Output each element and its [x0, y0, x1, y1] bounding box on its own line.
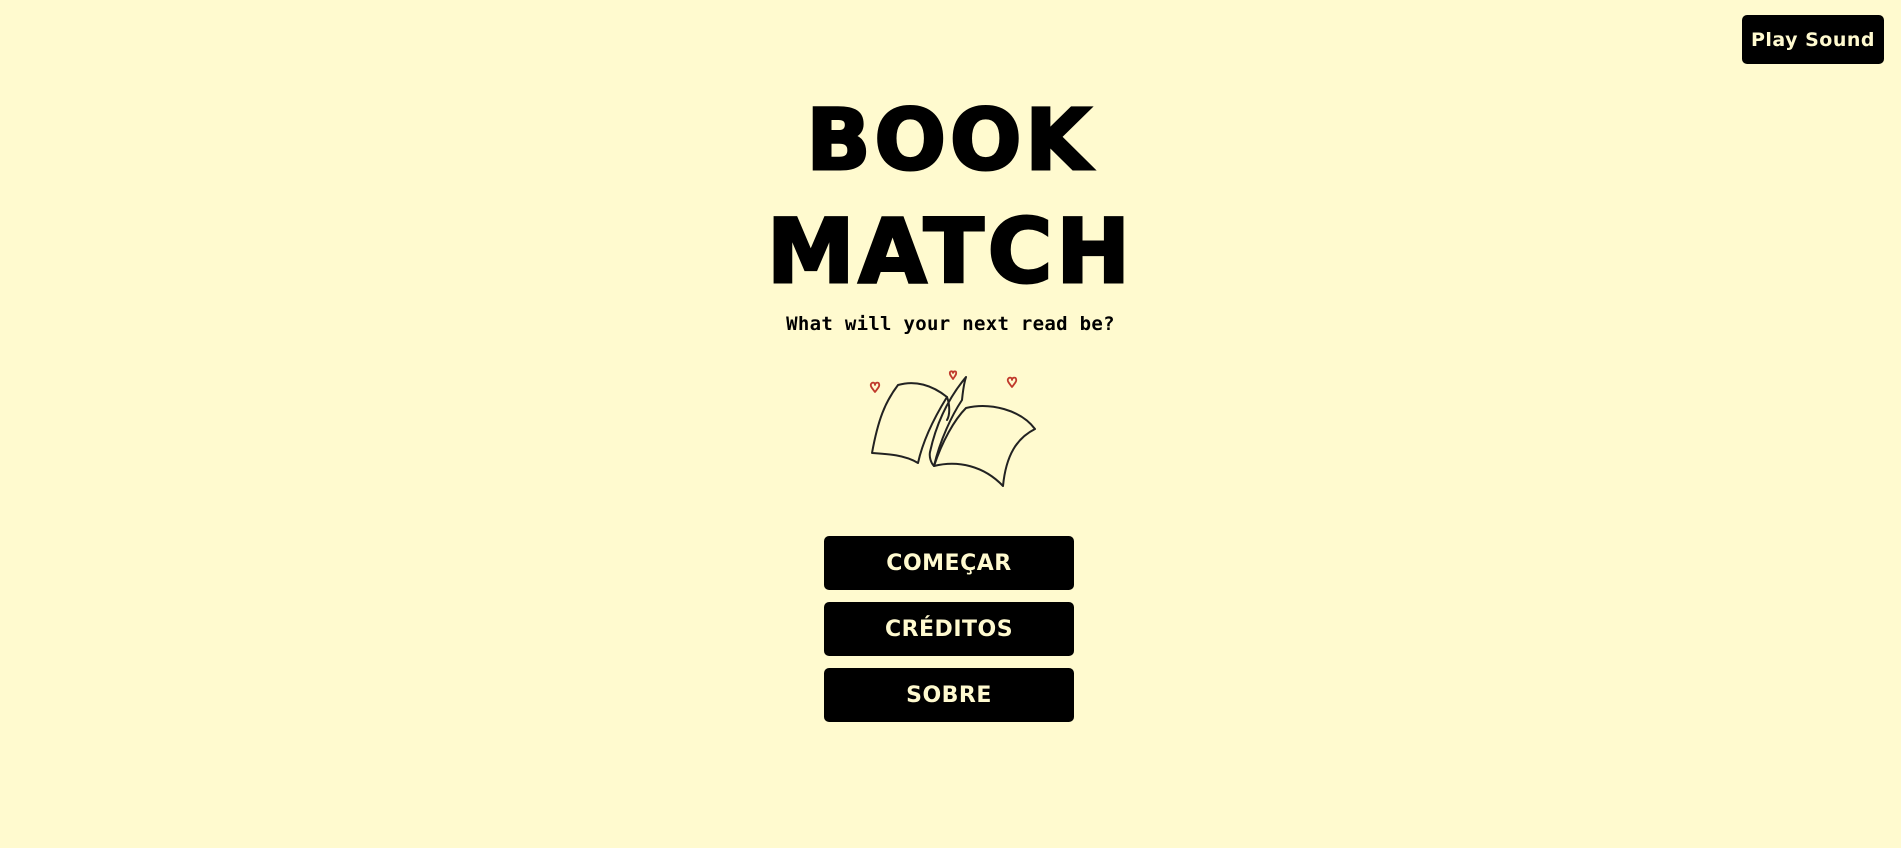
title-line-match: MATCH — [765, 200, 1135, 303]
title-line-book: BOOK — [805, 91, 1095, 190]
home-screen: BOOK MATCH What will your next read be? … — [0, 0, 1901, 848]
start-button[interactable]: COMEÇAR — [824, 536, 1074, 590]
open-book-with-hearts-icon — [869, 370, 1036, 487]
main-menu: COMEÇAR CRÉDITOS SOBRE — [824, 536, 1074, 722]
about-button[interactable]: SOBRE — [824, 668, 1074, 722]
credits-button[interactable]: CRÉDITOS — [824, 602, 1074, 656]
tagline: What will your next read be? — [786, 313, 1115, 335]
